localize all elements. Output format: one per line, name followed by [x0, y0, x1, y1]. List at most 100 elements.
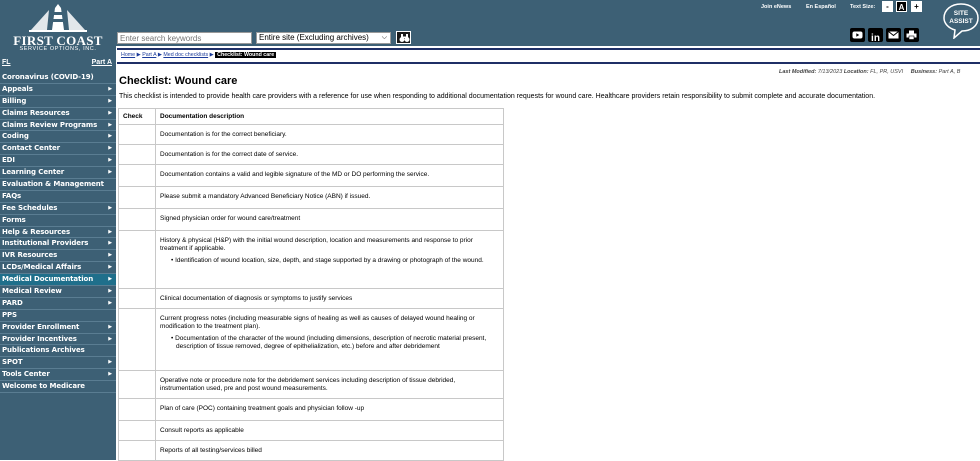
chevron-right-icon: ▶: [108, 133, 112, 140]
sidebar-item[interactable]: Claims Resources ▶: [0, 108, 116, 120]
breadcrumb-home[interactable]: Home: [121, 52, 135, 58]
sidebar-item-label: Medical Review: [2, 287, 62, 296]
breadcrumb-part-a[interactable]: Part A: [142, 52, 156, 58]
text-size-decrease-button[interactable]: -: [882, 1, 893, 12]
state-link-fl[interactable]: FL: [2, 59, 11, 66]
sidebar-item[interactable]: Evaluation & Management: [0, 179, 116, 191]
chevron-right-icon: ▶: [108, 228, 112, 235]
sidebar-item-label: FAQs: [2, 191, 22, 200]
breadcrumb-separator-icon: ▶: [136, 52, 141, 58]
sidebar-item-label: Coronavirus (COVID-19): [2, 73, 94, 81]
check-cell[interactable]: [118, 440, 156, 461]
check-cell[interactable]: [118, 420, 156, 441]
sidebar-item[interactable]: Appeals ▶: [0, 84, 116, 96]
sidebar-item[interactable]: Contact Center ▶: [0, 143, 116, 156]
sidebar-item[interactable]: Forms: [0, 215, 116, 227]
table-row: Operative note or procedure note for the…: [118, 370, 504, 399]
sidebar-item-label: Evaluation & Management: [2, 180, 104, 189]
sidebar-item[interactable]: Fee Schedules ▶: [0, 203, 116, 215]
chevron-right-icon: ▶: [108, 323, 112, 330]
sidebar-item-label: Appeals: [2, 84, 33, 93]
table-row: History & physical (H&P) with the initia…: [118, 230, 504, 289]
breadcrumb-separator-icon: ▶: [157, 52, 162, 58]
join-enews-link[interactable]: Join eNews: [761, 4, 791, 10]
first-coast-logo[interactable]: FIRST COAST SERVICE OPTIONS, INC.: [0, 0, 116, 56]
breadcrumb-rule-top: [117, 48, 980, 50]
logo-subtitle: SERVICE OPTIONS, INC.: [19, 46, 97, 52]
location-value: FL, PR, USVI: [870, 69, 904, 75]
table-row: Reports of all testing/services billed: [118, 440, 504, 461]
chevron-right-icon: ▶: [108, 335, 112, 342]
text-size-increase-button[interactable]: +: [911, 1, 922, 12]
check-cell[interactable]: [118, 124, 156, 145]
sidebar-item[interactable]: PPS: [0, 310, 116, 322]
table-row: Plan of care (POC) containing treatment …: [118, 398, 504, 421]
check-cell[interactable]: [118, 398, 156, 421]
check-cell[interactable]: [118, 164, 156, 187]
check-cell[interactable]: [118, 288, 156, 309]
description-text: History & physical (H&P) with the initia…: [160, 237, 473, 252]
sidebar-item[interactable]: Medical Documentation ▶: [0, 274, 116, 287]
sidebar-item[interactable]: Publications Archives: [0, 345, 116, 358]
youtube-button[interactable]: [850, 28, 865, 42]
sidebar-item-label: Contact Center: [2, 144, 60, 153]
description-cell: Documentation is for the correct benefic…: [155, 124, 504, 145]
sidebar-item-label: LCDs/Medical Affairs: [2, 263, 82, 272]
check-cell[interactable]: [118, 144, 156, 165]
email-button[interactable]: [886, 28, 901, 42]
sidebar-item[interactable]: Help & Resources ▶: [0, 227, 116, 239]
chevron-right-icon: ▶: [108, 299, 112, 306]
search-scope-select[interactable]: Entire site (Excluding archives) ⌵: [256, 32, 391, 44]
sidebar-item-label: Medical Documentation: [2, 275, 94, 284]
check-cell[interactable]: [118, 308, 156, 371]
sidebar-item[interactable]: Coding ▶: [0, 131, 116, 144]
breadcrumb-rule-bottom: [117, 62, 980, 64]
sidebar-item[interactable]: Provider Incentives ▶: [0, 334, 116, 346]
search-button[interactable]: [396, 31, 411, 44]
check-cell[interactable]: [118, 208, 156, 231]
sidebar-item[interactable]: EDI ▶: [0, 155, 116, 168]
sidebar-item[interactable]: Billing ▶: [0, 96, 116, 108]
search-scope-value: Entire site (Excluding archives): [259, 33, 369, 42]
search-input[interactable]: [117, 32, 252, 44]
check-cell[interactable]: [118, 230, 156, 289]
table-row: Documentation is for the correct date of…: [118, 144, 504, 165]
sidebar-item[interactable]: Provider Enrollment ▶: [0, 322, 116, 334]
part-link[interactable]: Part A: [92, 59, 112, 66]
printer-icon: [906, 30, 917, 40]
sidebar-item[interactable]: Welcome to Medicare: [0, 381, 116, 394]
chevron-right-icon: ▶: [108, 264, 112, 271]
description-cell: Consult reports as applicable: [155, 420, 504, 441]
sidebar-item-label: Tools Center: [2, 370, 50, 379]
en-espanol-link[interactable]: En Español: [806, 4, 836, 10]
description-cell: Reports of all testing/services billed: [155, 440, 504, 461]
site-assist-button[interactable]: SITE ASSIST: [942, 1, 980, 39]
sidebar-item[interactable]: Learning Center ▶: [0, 167, 116, 180]
sidebar-item-label: IVR Resources: [2, 251, 58, 260]
chevron-right-icon: ▶: [108, 204, 112, 211]
sidebar-item[interactable]: Coronavirus (COVID-19): [0, 72, 116, 84]
sidebar-item[interactable]: Medical Review ▶: [0, 286, 116, 298]
sidebar-nav: Coronavirus (COVID-19) Appeals ▶ Billing ▶ Cl…: [0, 72, 116, 394]
lighthouse-logo-icon: [29, 4, 87, 32]
sidebar-item[interactable]: FAQs: [0, 191, 116, 203]
sidebar-item[interactable]: IVR Resources ▶: [0, 250, 116, 263]
sidebar-item[interactable]: Tools Center ▶: [0, 369, 116, 382]
linkedin-button[interactable]: in: [868, 28, 883, 44]
sidebar-item[interactable]: Claims Review Programs ▶: [0, 120, 116, 132]
text-size-default-button[interactable]: A: [896, 1, 907, 12]
print-button[interactable]: [904, 28, 919, 42]
breadcrumb: Home ▶ Part A ▶ Med doc checklists ▶ Che…: [121, 52, 277, 58]
breadcrumb-med-doc[interactable]: Med doc checklists: [163, 52, 208, 58]
sidebar-state-row: FL Part A: [0, 56, 116, 72]
check-cell[interactable]: [118, 186, 156, 209]
check-cell[interactable]: [118, 370, 156, 399]
sidebar-item[interactable]: SPOT ▶: [0, 357, 116, 370]
description-text: Clinical documentation of diagnosis or s…: [160, 295, 353, 302]
sidebar-item[interactable]: LCDs/Medical Affairs ▶: [0, 262, 116, 275]
location-label: Location:: [843, 69, 869, 75]
description-cell: Documentation contains a valid and legib…: [155, 164, 504, 187]
sidebar-item[interactable]: PARD ▶: [0, 298, 116, 310]
table-row: Current progress notes (including measur…: [118, 308, 504, 371]
sidebar-item[interactable]: Institutional Providers ▶: [0, 238, 116, 251]
